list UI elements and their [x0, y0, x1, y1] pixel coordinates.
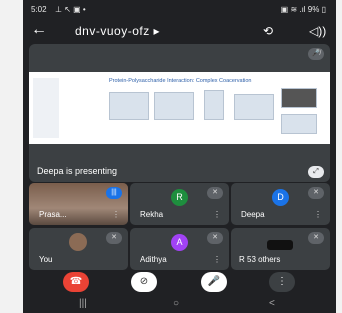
- mic-off-button[interactable]: 🎤: [201, 272, 227, 292]
- participant-name: You: [39, 255, 53, 264]
- slide-thumbnail-panel: [33, 78, 59, 138]
- call-controls: ☎ ⊘ 🎤 ⋮: [23, 272, 336, 296]
- back-icon[interactable]: <: [269, 298, 275, 309]
- camera-off-button[interactable]: ⊘: [131, 272, 157, 292]
- presentation-tile[interactable]: 🎤̸ Protein-Polysaccharide Interaction: C…: [29, 44, 330, 182]
- self-avatar-photo: [69, 233, 87, 251]
- android-nav-bar: ||| ○ <: [23, 298, 336, 313]
- slide-title: Protein-Polysaccharide Interaction: Comp…: [109, 78, 252, 84]
- others-tile[interactable]: ✕ R 53 others: [231, 228, 330, 270]
- presenter-mic-off-icon: 🎤̸: [308, 48, 324, 60]
- slide-photo: [281, 88, 317, 108]
- more-options-icon[interactable]: ⋮: [213, 255, 221, 264]
- avatar: D: [272, 189, 289, 206]
- participant-name: Rekha: [140, 210, 164, 219]
- meeting-code-title[interactable]: dnv-vuoy-ofz ▸: [75, 24, 160, 38]
- end-call-button[interactable]: ☎: [63, 272, 89, 292]
- status-time: 5:02: [31, 5, 47, 14]
- speaking-indicator-icon: |||: [106, 187, 122, 199]
- more-options-button[interactable]: ⋮: [269, 272, 295, 292]
- participant-tile[interactable]: ✕ A Adithya ⋮: [130, 228, 229, 270]
- slide-figure: [234, 94, 274, 120]
- avatar: A: [171, 234, 188, 251]
- recent-apps-icon[interactable]: |||: [79, 298, 87, 309]
- participant-name: Adithya: [140, 255, 167, 264]
- participant-tile[interactable]: ✕ R Rekha ⋮: [130, 183, 229, 225]
- avatar: R: [171, 189, 188, 206]
- meet-app-screen: 5:02 ⊥ ↖ ▣ • ▣ ≋ .ıl 9% ▯ ← dnv-vuoy-ofz…: [23, 0, 336, 313]
- audio-output-icon[interactable]: ◁)): [309, 24, 326, 38]
- mic-off-icon: ✕: [106, 232, 122, 244]
- mic-off-icon: ✕: [207, 187, 223, 199]
- slide-figure: [204, 90, 224, 120]
- fullscreen-icon[interactable]: ⤢: [308, 166, 324, 178]
- back-arrow-icon[interactable]: ←: [31, 21, 47, 39]
- others-avatar-image: [267, 240, 293, 250]
- shared-slide: Protein-Polysaccharide Interaction: Comp…: [29, 72, 330, 144]
- participant-tile[interactable]: ✕ D Deepa ⋮: [231, 183, 330, 225]
- more-options-icon[interactable]: ⋮: [213, 210, 221, 219]
- mic-off-icon: ✕: [308, 187, 324, 199]
- mic-off-icon: ✕: [308, 232, 324, 244]
- status-notification-icons: ⊥ ↖ ▣ •: [55, 5, 86, 14]
- home-icon[interactable]: ○: [173, 298, 179, 309]
- slide-figure: [281, 114, 317, 134]
- mic-off-icon: ✕: [207, 232, 223, 244]
- slide-figure: [154, 92, 194, 120]
- participant-name: Prasa...: [39, 210, 67, 219]
- switch-camera-icon[interactable]: ⟲: [263, 24, 273, 38]
- slide-figure: [109, 92, 149, 120]
- others-count-label: R 53 others: [239, 255, 281, 264]
- status-right-icons: ▣ ≋ .ıl 9% ▯: [280, 5, 326, 14]
- participant-name: Deepa: [241, 210, 265, 219]
- more-options-icon[interactable]: ⋮: [314, 210, 322, 219]
- participant-tile[interactable]: ||| Prasa... ⋮: [29, 183, 128, 225]
- more-options-icon[interactable]: ⋮: [112, 210, 120, 219]
- meeting-header: ← dnv-vuoy-ofz ▸ ⟲ ◁)): [23, 18, 336, 44]
- presenting-caption: Deepa is presenting: [37, 166, 118, 176]
- status-bar: 5:02 ⊥ ↖ ▣ • ▣ ≋ .ıl 9% ▯: [23, 0, 336, 18]
- participant-tile[interactable]: ✕ You: [29, 228, 128, 270]
